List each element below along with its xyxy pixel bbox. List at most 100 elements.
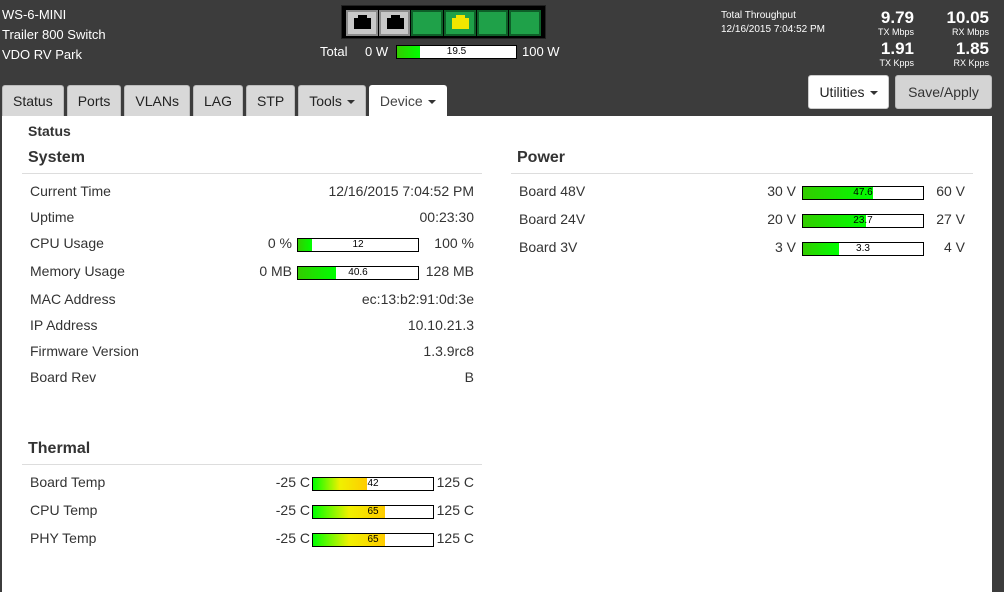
- port-5-icon[interactable]: [476, 10, 509, 36]
- tab-status[interactable]: Status: [2, 85, 64, 116]
- tab-lag[interactable]: LAG: [192, 85, 243, 116]
- rx-kpps-label: RX Kpps: [953, 58, 989, 68]
- throughput-info: Total Throughput 12/16/2015 7:04:52 PM: [721, 9, 825, 37]
- port-jack: [452, 18, 470, 29]
- board-3v-label: Board 3V: [519, 239, 578, 255]
- port-jack-tab: [358, 15, 367, 19]
- tab-tools[interactable]: Tools: [298, 85, 366, 116]
- device-model: WS-6-MINI: [2, 7, 67, 22]
- firmware-label: Firmware Version: [30, 343, 139, 359]
- board-48v-label: Board 48V: [519, 183, 586, 199]
- port-jack: [419, 18, 437, 29]
- content-panel: Status System Current Time 12/16/2015 7:…: [2, 116, 992, 592]
- cpu-usage-value: 12: [352, 239, 364, 250]
- tab-ports[interactable]: Ports: [66, 85, 122, 116]
- firmware-row: Firmware Version 1.3.9rc8: [22, 343, 482, 361]
- tab-label: Device: [379, 93, 423, 109]
- board-24v-min: 20 V: [767, 211, 796, 227]
- port-4-icon[interactable]: [444, 10, 476, 36]
- board-rev-label: Board Rev: [30, 369, 97, 385]
- board-3v-max: 4 V: [943, 239, 965, 255]
- cpu-usage-min: 0 %: [267, 235, 292, 251]
- board-temp-row: Board Temp -25 C 42 125 C: [22, 474, 482, 492]
- tab-stp[interactable]: STP: [245, 85, 296, 116]
- mac-address-row: MAC Address ec:13:b2:91:0d:3e: [22, 291, 482, 309]
- ip-address-value: 10.10.21.3: [407, 317, 474, 333]
- total-power-max: 100 W: [522, 44, 560, 59]
- cpu-temp-bar: 65: [312, 505, 434, 519]
- board-24v-value: 23.7: [853, 215, 873, 226]
- memory-usage-value: 40.6: [348, 267, 368, 278]
- port-2-icon[interactable]: [378, 10, 411, 36]
- chevron-down-icon: [427, 100, 436, 105]
- phy-temp-label: PHY Temp: [30, 530, 97, 546]
- tab-label: Ports: [77, 93, 111, 109]
- device-name: Trailer 800 Switch: [2, 27, 106, 42]
- board-48v-max: 60 V: [936, 183, 965, 199]
- cpu-temp-row: CPU Temp -25 C 65 125 C: [22, 502, 482, 520]
- port-jack-tab: [521, 15, 531, 19]
- uptime-row: Uptime 00:23:30: [22, 209, 482, 227]
- utilities-button-label: Utilities: [819, 84, 865, 100]
- port-jack: [484, 18, 502, 29]
- system-title: System: [22, 148, 482, 174]
- port-3-icon[interactable]: [411, 10, 444, 36]
- tx-kpps-label: TX Kpps: [879, 58, 914, 68]
- cpu-temp-min: -25 C: [275, 502, 310, 518]
- port-6-icon[interactable]: [509, 10, 542, 36]
- tx-mbps-value: 9.79: [880, 8, 914, 27]
- port-1-icon[interactable]: [346, 10, 378, 36]
- uptime-value: 00:23:30: [419, 209, 475, 225]
- device-info: WS-6-MINI Trailer 800 Switch VDO RV Park: [2, 5, 106, 65]
- board-rev-value: B: [464, 369, 474, 385]
- save-apply-button[interactable]: Save/Apply: [895, 75, 992, 109]
- system-section: System Current Time 12/16/2015 7:04:52 P…: [22, 148, 482, 408]
- tab-device[interactable]: Device: [368, 85, 447, 117]
- total-power-label: Total: [320, 44, 348, 59]
- board-3v-bar: 3.3: [802, 242, 924, 256]
- mac-address-value: ec:13:b2:91:0d:3e: [361, 291, 474, 307]
- memory-usage-row: Memory Usage 0 MB 40.6 128 MB: [22, 263, 482, 281]
- power-title: Power: [511, 148, 973, 174]
- board-48v-min: 30 V: [767, 183, 796, 199]
- rx-mbps-value: 10.05: [946, 8, 989, 27]
- port-panel: [341, 5, 546, 39]
- phy-temp-bar: 65: [312, 533, 434, 547]
- phy-temp-value: 65: [367, 534, 379, 545]
- current-time-label: Current Time: [30, 183, 111, 199]
- utilities-button[interactable]: Utilities: [808, 75, 889, 109]
- port-jack-tab: [423, 15, 433, 19]
- cpu-usage-bar: 12: [297, 238, 419, 252]
- rx-mbps-label: RX Mbps: [951, 27, 989, 37]
- chevron-down-icon: [869, 91, 878, 96]
- mac-address-label: MAC Address: [30, 291, 116, 307]
- phy-temp-max: 125 C: [436, 530, 474, 546]
- page-title: Status: [28, 123, 71, 139]
- port-jack-tab: [456, 15, 466, 19]
- board-48v-bar: 47.6: [802, 186, 924, 200]
- board-temp-max: 125 C: [436, 474, 474, 490]
- cpu-temp-value: 65: [367, 506, 379, 517]
- board-24v-max: 27 V: [936, 211, 965, 227]
- rx-kpps-value: 1.85: [955, 39, 989, 58]
- total-power-min: 0 W: [365, 44, 389, 59]
- rx-kpps-stat: 1.85 RX Kpps: [929, 40, 989, 69]
- cpu-usage-label: CPU Usage: [30, 235, 104, 251]
- tab-label: STP: [256, 93, 285, 109]
- board-24v-label: Board 24V: [519, 211, 586, 227]
- ip-address-label: IP Address: [30, 317, 98, 333]
- device-location: VDO RV Park: [2, 47, 82, 62]
- tab-label: VLANs: [135, 93, 179, 109]
- tx-mbps-label: TX Mbps: [877, 27, 914, 37]
- ip-address-row: IP Address 10.10.21.3: [22, 317, 482, 335]
- tx-kpps-stat: 1.91 TX Kpps: [862, 40, 914, 69]
- uptime-label: Uptime: [30, 209, 75, 225]
- tab-vlans[interactable]: VLANs: [124, 85, 190, 116]
- board-temp-value: 42: [367, 478, 379, 489]
- memory-usage-max: 128 MB: [425, 263, 474, 279]
- total-power-bar: 19.5: [396, 45, 517, 59]
- phy-temp-min: -25 C: [275, 530, 310, 546]
- memory-usage-label: Memory Usage: [30, 263, 125, 279]
- current-time-value: 12/16/2015 7:04:52 PM: [328, 183, 474, 199]
- board-rev-row: Board Rev B: [22, 369, 482, 387]
